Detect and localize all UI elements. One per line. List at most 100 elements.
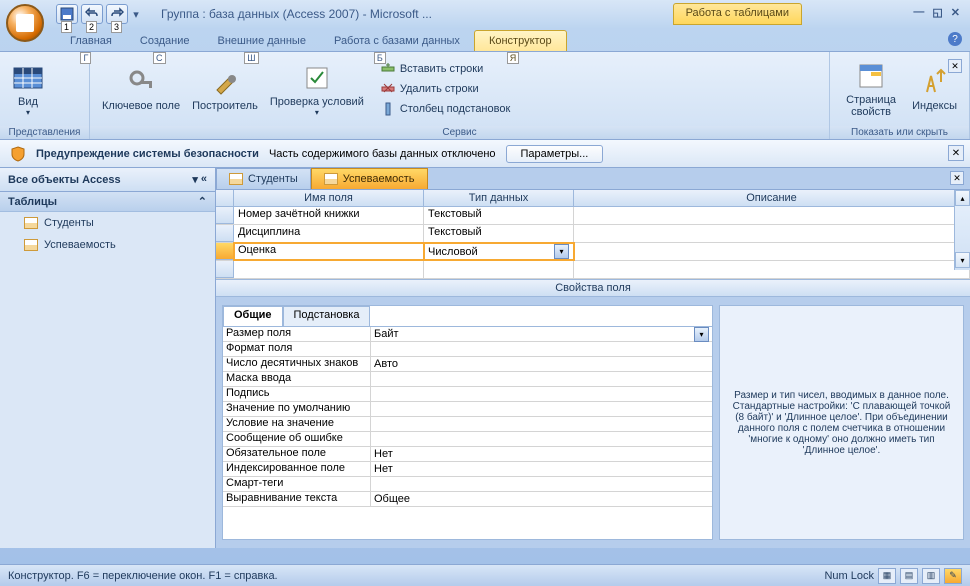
doc-tab-students[interactable]: Студенты <box>216 168 311 189</box>
datatype-dropdown-button[interactable]: ▾ <box>554 244 569 259</box>
property-value[interactable]: Нет <box>371 447 712 461</box>
tab-design[interactable]: КонструкторЯ <box>474 30 567 51</box>
delete-rows-button[interactable]: Удалить строки <box>376 80 514 98</box>
nav-item-students[interactable]: Студенты <box>0 212 215 234</box>
nav-collapse-icon[interactable]: « <box>201 173 207 186</box>
property-row[interactable]: Размер поляБайт▾ <box>223 327 712 342</box>
nav-item-grades[interactable]: Успеваемость <box>0 234 215 256</box>
minimize-button[interactable]: — <box>913 6 924 19</box>
nav-category-tables[interactable]: Таблицы⌃ <box>0 192 215 212</box>
row-selector[interactable] <box>216 207 234 224</box>
security-title: Предупреждение системы безопасности <box>36 148 259 160</box>
property-value[interactable] <box>371 342 712 356</box>
context-tab-label: Работа с таблицами <box>673 3 802 25</box>
row-selector[interactable] <box>216 225 234 242</box>
property-name: Формат поля <box>223 342 371 356</box>
property-row[interactable]: Маска ввода <box>223 372 712 387</box>
view-pivottable-button[interactable]: ▤ <box>900 568 918 584</box>
tab-home[interactable]: ГлавнаяГ <box>56 31 126 51</box>
ribbon-close[interactable]: ✕ <box>948 59 962 73</box>
row-selector[interactable] <box>216 261 234 278</box>
property-value[interactable]: Авто <box>371 357 712 371</box>
scroll-down-button[interactable]: ▾ <box>955 252 970 268</box>
office-button[interactable] <box>6 4 44 42</box>
primary-key-button[interactable]: Ключевое поле <box>96 64 186 114</box>
property-value[interactable] <box>371 372 712 386</box>
property-value[interactable] <box>371 477 712 491</box>
vertical-scrollbar[interactable]: ▴ ▾ <box>954 190 970 270</box>
row-selector[interactable] <box>216 243 234 260</box>
property-dropdown-button[interactable]: ▾ <box>694 327 709 342</box>
col-header-fieldname[interactable]: Имя поля <box>234 190 424 206</box>
field-row[interactable]: Номер зачётной книжки Текстовый <box>216 207 970 225</box>
property-row[interactable]: Формат поля <box>223 342 712 357</box>
property-name: Смарт-теги <box>223 477 371 491</box>
property-value[interactable] <box>371 417 712 431</box>
property-value[interactable]: Нет <box>371 462 712 476</box>
property-name: Размер поля <box>223 327 371 341</box>
property-row[interactable]: Число десятичных знаковАвто <box>223 357 712 372</box>
status-bar: Конструктор. F6 = переключение окон. F1 … <box>0 564 970 586</box>
qat-redo-button[interactable]: 3 <box>106 4 128 24</box>
property-row[interactable]: Выравнивание текстаОбщее <box>223 492 712 507</box>
builder-button[interactable]: Построитель <box>186 64 264 114</box>
restore-button[interactable]: ◱ <box>932 6 942 19</box>
lookup-column-button[interactable]: Столбец подстановок <box>376 100 514 118</box>
field-properties-label: Свойства поля <box>216 279 970 297</box>
group-showhide-label: Показать или скрыть <box>830 126 969 139</box>
col-header-datatype[interactable]: Тип данных <box>424 190 574 206</box>
tab-dbtools[interactable]: Работа с базами данныхБ <box>320 31 474 51</box>
view-pivotchart-button[interactable]: ▥ <box>922 568 940 584</box>
field-row-empty[interactable] <box>216 261 970 279</box>
ribbon-tabs: ГлавнаяГ СозданиеС Внешние данныеШ Работ… <box>0 28 970 52</box>
property-row[interactable]: Индексированное полеНет <box>223 462 712 477</box>
row-selector-header[interactable] <box>216 190 234 206</box>
nav-header[interactable]: Все объекты Access ▾« <box>0 168 215 192</box>
security-close-button[interactable]: ✕ <box>948 145 964 161</box>
prop-tab-lookup[interactable]: Подстановка <box>283 306 371 326</box>
test-rules-button[interactable]: Проверка условий▾ <box>264 60 370 119</box>
property-value[interactable] <box>371 402 712 416</box>
nav-dropdown-icon[interactable]: ▾ <box>192 173 198 186</box>
property-row[interactable]: Значение по умолчанию <box>223 402 712 417</box>
property-row[interactable]: Обязательное полеНет <box>223 447 712 462</box>
property-value[interactable]: Байт▾ <box>371 327 712 341</box>
property-value[interactable] <box>371 387 712 401</box>
scroll-up-button[interactable]: ▴ <box>955 190 970 206</box>
design-grid: Имя поля Тип данных Описание Номер зачёт… <box>216 190 970 279</box>
property-value[interactable]: Общее <box>371 492 712 506</box>
doc-tab-grades[interactable]: Успеваемость <box>311 168 428 189</box>
property-sheet-button[interactable]: Страница свойств <box>836 58 906 120</box>
property-name: Подпись <box>223 387 371 401</box>
help-panel: Размер и тип чисел, вводимых в данное по… <box>719 305 964 540</box>
property-name: Обязательное поле <box>223 447 371 461</box>
property-row[interactable]: Условие на значение <box>223 417 712 432</box>
property-value[interactable] <box>371 432 712 446</box>
property-row[interactable]: Подпись <box>223 387 712 402</box>
navigation-pane: Все объекты Access ▾« Таблицы⌃ Студенты … <box>0 168 216 548</box>
prop-tab-general[interactable]: Общие <box>223 306 283 326</box>
tab-create[interactable]: СозданиеС <box>126 31 204 51</box>
property-row[interactable]: Сообщение об ошибке <box>223 432 712 447</box>
group-tools-label: Сервис <box>90 126 829 139</box>
view-design-button[interactable]: ✎ <box>944 568 962 584</box>
table-icon <box>24 217 38 229</box>
view-button[interactable]: Вид▾ <box>6 60 50 119</box>
doc-close-button[interactable]: ✕ <box>950 171 964 185</box>
title-bar: 1 2 3 ▾ Группа : база данных (Access 200… <box>0 0 970 28</box>
property-row[interactable]: Смарт-теги <box>223 477 712 492</box>
qat-customize[interactable]: ▾ <box>131 4 141 24</box>
close-button[interactable]: ✕ <box>951 6 960 19</box>
tab-external[interactable]: Внешние данныеШ <box>204 31 320 51</box>
security-options-button[interactable]: Параметры... <box>506 145 604 163</box>
field-row[interactable]: Дисциплина Текстовый <box>216 225 970 243</box>
property-name: Число десятичных знаков <box>223 357 371 371</box>
col-header-description[interactable]: Описание <box>574 190 970 206</box>
qat-save-button[interactable]: 1 <box>56 4 78 24</box>
numlock-indicator: Num Lock <box>824 570 874 582</box>
field-row-selected[interactable]: Оценка Числовой▾ <box>216 243 970 261</box>
view-datasheet-button[interactable]: ▦ <box>878 568 896 584</box>
qat-undo-button[interactable]: 2 <box>81 4 103 24</box>
insert-rows-button[interactable]: Вставить строки <box>376 60 514 78</box>
help-icon[interactable]: ? <box>948 32 962 46</box>
